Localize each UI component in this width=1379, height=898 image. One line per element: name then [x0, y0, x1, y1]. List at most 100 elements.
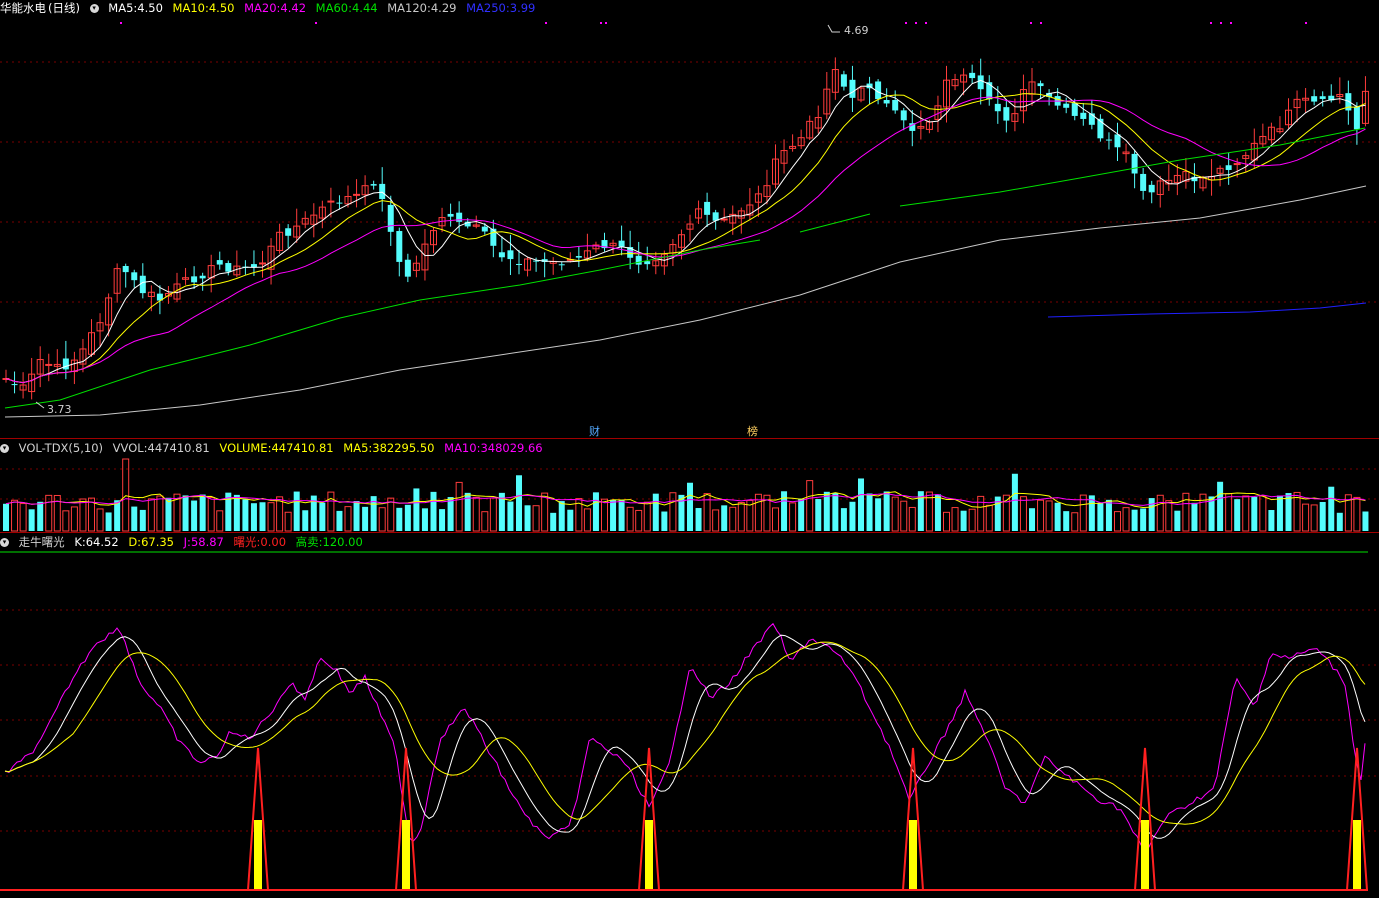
volume-bar	[1097, 502, 1104, 531]
candle-body	[704, 201, 711, 215]
volume-bar	[165, 497, 172, 531]
high-price-label: 4.69	[844, 24, 869, 37]
volume-bar	[1156, 494, 1164, 532]
volume-value: 447410.81	[271, 441, 334, 455]
volume-bar	[1122, 507, 1130, 532]
volume-bar	[1242, 495, 1250, 532]
ma60-line	[799, 213, 871, 233]
k-value: 64.52	[85, 535, 119, 549]
indicator-pane[interactable]: ▾ 走牛曙光 K:64.52 D:67.35 J:58.87 曙光:0.00 高…	[0, 533, 1379, 898]
volume-bar	[1328, 486, 1335, 531]
volume-bar	[455, 481, 463, 532]
volume-bar	[1140, 508, 1147, 531]
event-dot	[600, 22, 602, 24]
volume-bar	[96, 508, 104, 532]
event-dot	[120, 22, 122, 24]
volume-bar	[661, 511, 668, 531]
volume-bar	[601, 498, 608, 532]
settings-circle-icon[interactable]: ▾	[89, 4, 99, 13]
period-label[interactable]: (日线)	[48, 1, 80, 15]
candle-body	[259, 262, 266, 265]
volume-bar	[583, 508, 591, 532]
volume-bar	[319, 502, 326, 531]
volume-bar	[28, 509, 35, 531]
volume-bar	[302, 510, 309, 531]
ma10-line	[5, 93, 1366, 384]
volume-bar	[439, 509, 446, 531]
candle-body	[1114, 134, 1121, 148]
volume-bar	[1268, 510, 1275, 531]
settings-circle-icon[interactable]: ▾	[0, 538, 9, 547]
candle-body	[1225, 165, 1232, 170]
event-dot	[1030, 22, 1032, 24]
candle-body	[849, 79, 856, 98]
ma250-value: 3.99	[509, 1, 536, 15]
indicator-name[interactable]: 走牛曙光	[19, 535, 65, 549]
candle-body	[1080, 112, 1087, 119]
volume-bar	[336, 510, 343, 531]
volume-bar	[1319, 501, 1326, 531]
candle-body	[840, 74, 847, 87]
volume-bar	[866, 493, 873, 531]
volume-bar	[216, 510, 224, 532]
volume-bar	[610, 499, 617, 531]
event-dot	[545, 22, 547, 24]
candle-body	[900, 110, 907, 121]
price-chart[interactable]	[0, 0, 1379, 438]
candle-body	[387, 204, 394, 232]
event-marker-bang[interactable]: 榜	[747, 425, 758, 438]
candle-body	[1148, 184, 1155, 193]
volume-bar	[1362, 511, 1369, 531]
volume-bar	[1114, 511, 1121, 532]
volume-bar	[592, 492, 599, 531]
volume-indicator-name[interactable]: VOL-TDX(5,10)	[19, 441, 103, 455]
event-dot	[1220, 22, 1222, 24]
volume-bar	[430, 491, 437, 531]
vvol-label: VVOL:	[112, 441, 148, 455]
volume-bar	[516, 475, 522, 531]
ma20-line	[5, 96, 1366, 384]
volume-pane[interactable]: ▾ VOL-TDX(5,10) VVOL:447410.81 VOLUME:44…	[0, 439, 1379, 532]
indicator-chart[interactable]	[0, 533, 1379, 898]
d-line	[4, 641, 1366, 825]
volume-bar	[207, 497, 215, 532]
volume-bar	[396, 507, 403, 531]
signal-bar	[645, 820, 653, 890]
volume-bar	[524, 505, 531, 531]
volume-bar	[567, 509, 574, 531]
candle-body	[250, 264, 257, 268]
candle-body	[285, 228, 292, 236]
candle-body	[225, 263, 232, 272]
candle-body	[892, 100, 899, 111]
candle-body	[1140, 173, 1147, 191]
k-line	[4, 634, 1366, 839]
price-pane[interactable]: 华能水电 (日线) ▾ MA5:4.50 MA10:4.50 MA20:4.42 …	[0, 0, 1379, 438]
indicator-header: ▾ 走牛曙光 K:64.52 D:67.35 J:58.87 曙光:0.00 高…	[0, 534, 369, 550]
volume-bar	[259, 502, 266, 531]
candle-body	[558, 264, 565, 266]
candle-body	[1131, 153, 1138, 174]
volume-bar	[737, 501, 745, 532]
j-value: 58.87	[190, 535, 224, 549]
event-dot	[925, 22, 927, 24]
volume-bar	[985, 504, 993, 532]
settings-circle-icon[interactable]: ▾	[0, 444, 9, 453]
volume-bar	[37, 501, 44, 531]
signal-bar	[1353, 820, 1361, 890]
volume-bar	[849, 501, 856, 531]
candle-body	[883, 100, 890, 104]
volume-bar	[191, 500, 198, 531]
candle-body	[1233, 163, 1241, 166]
candle-body	[994, 103, 1001, 112]
vvol-value: 447410.81	[147, 441, 210, 455]
event-dot	[315, 22, 317, 24]
volume-bar	[652, 493, 659, 531]
signal-bar	[402, 820, 410, 890]
stock-name[interactable]: 华能水电	[0, 1, 46, 15]
event-marker-cai[interactable]: 财	[589, 425, 600, 438]
vol-ma5-value: 382295.50	[372, 441, 435, 455]
volume-bar	[635, 509, 643, 532]
volume-bar	[1259, 495, 1267, 532]
volume-bar	[1131, 509, 1138, 531]
volume-bar	[618, 499, 625, 531]
